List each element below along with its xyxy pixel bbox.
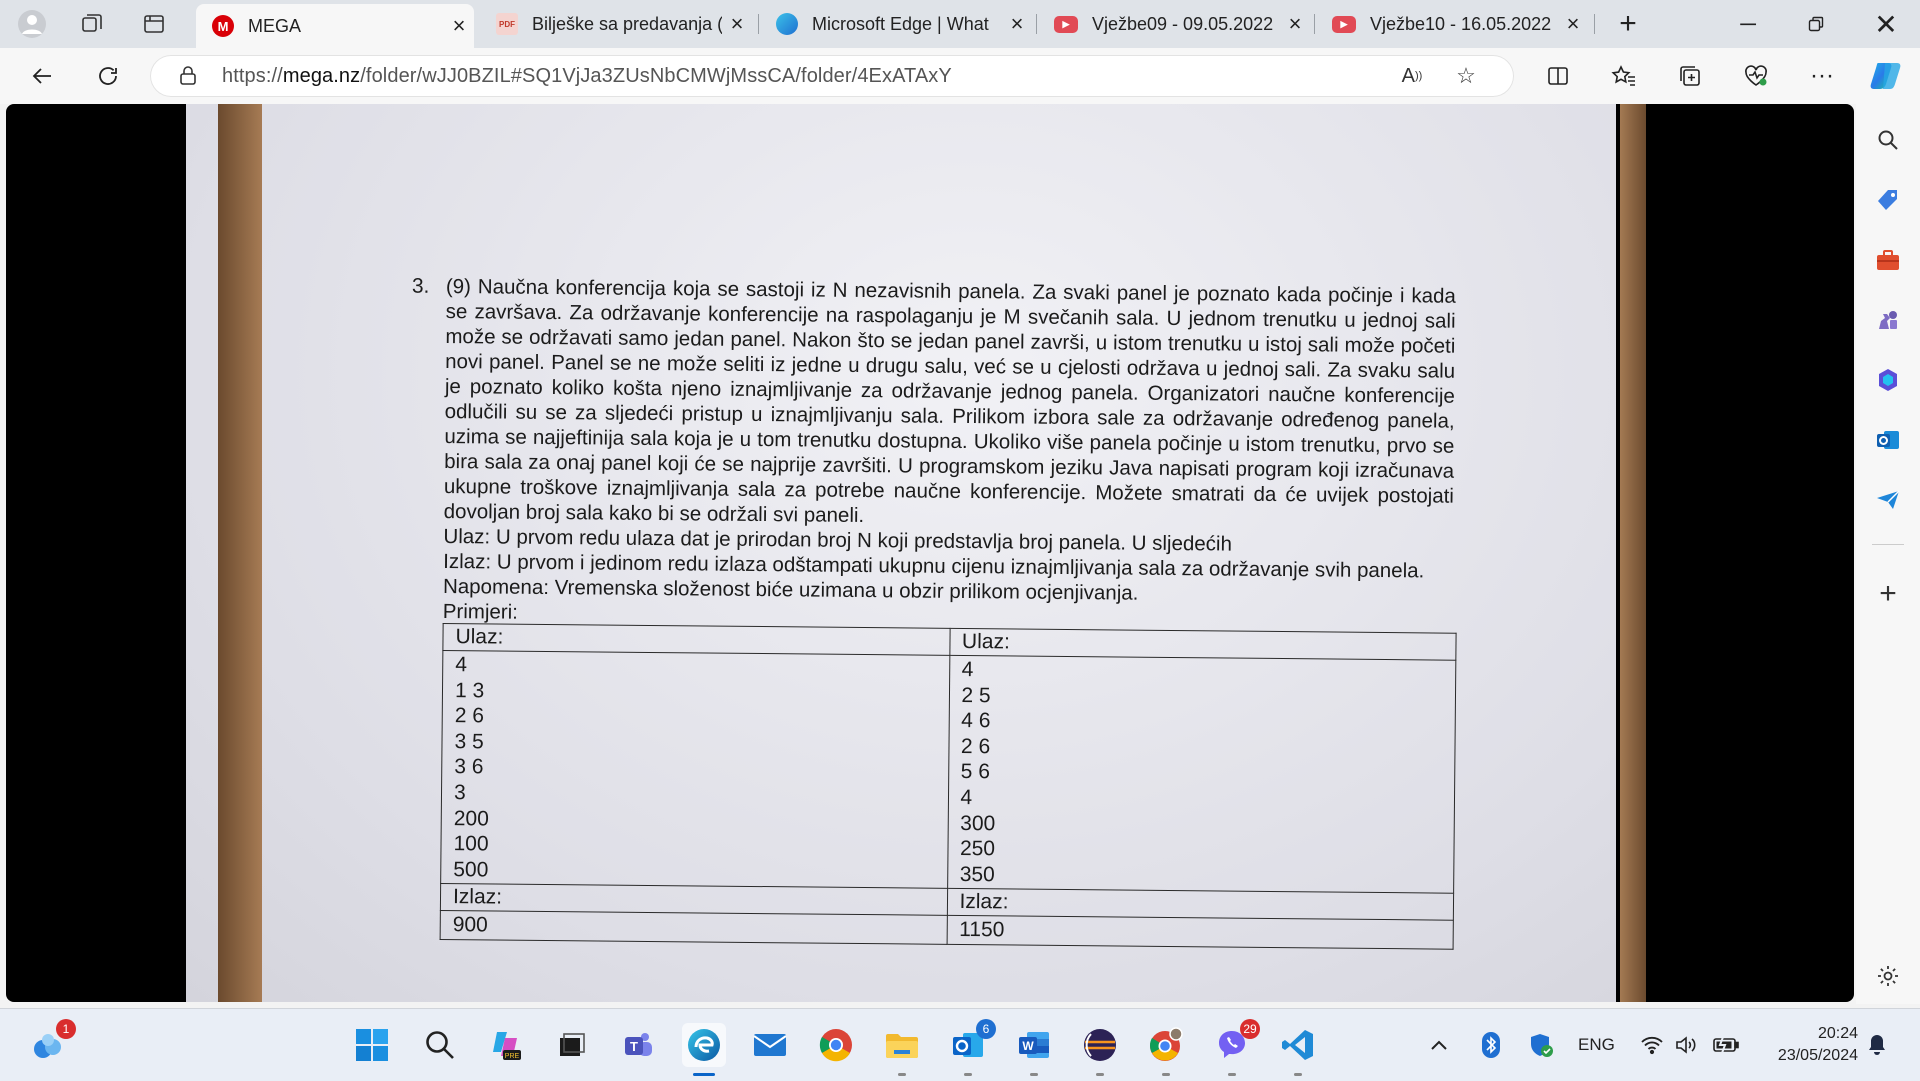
copilot-preview-icon[interactable]: PRE <box>484 1023 528 1067</box>
svg-text:PRE: PRE <box>505 1053 520 1060</box>
close-tab-icon[interactable]: × <box>722 11 752 37</box>
tools-icon[interactable] <box>1872 244 1904 276</box>
microsoft-365-icon[interactable] <box>1872 364 1904 396</box>
tab-strip: M MEGA × PDF Bilješke sa predavanja ( × … <box>0 0 1920 48</box>
defender-shield-icon[interactable] <box>1528 1031 1554 1059</box>
copilot-icon[interactable] <box>1866 56 1906 96</box>
tab-edge-whats-new[interactable]: Microsoft Edge | What × <box>760 4 1032 44</box>
close-tab-icon[interactable]: × <box>1558 11 1588 37</box>
problem-statement: 3. (9) Naučna konferencija koja se sasto… <box>412 274 1457 950</box>
outlook-taskbar-icon[interactable]: 6 <box>946 1019 996 1076</box>
example-1-output: 900 <box>440 910 947 945</box>
windows-taskbar: 1 PRE T 6 W 29 ENG 20:24 23/05/2024 <box>0 1008 1920 1081</box>
minimize-button[interactable]: ─ <box>1720 0 1776 48</box>
mega-icon: M <box>212 15 234 37</box>
chrome-icon[interactable] <box>814 1023 858 1067</box>
eclipse-icon[interactable] <box>1078 1023 1122 1076</box>
tab-vjezbe10[interactable]: ▶ Vježbe10 - 16.05.2022 × <box>1316 4 1588 44</box>
vscode-icon[interactable] <box>1276 1023 1320 1076</box>
read-aloud-icon[interactable]: A)) <box>1396 61 1428 91</box>
svg-text:W: W <box>1022 1039 1034 1053</box>
address-bar[interactable]: https://mega.nz/folder/wJJ0BZIL#SQ1VjJa3… <box>150 55 1514 97</box>
example-2-input: 4 2 5 4 6 2 6 5 6 4 300 250 350 <box>947 655 1456 894</box>
system-clock[interactable]: 20:24 23/05/2024 <box>1778 1023 1858 1067</box>
browser-toolbar: https://mega.nz/folder/wJJ0BZIL#SQ1VjJa3… <box>0 48 1920 104</box>
add-sidebar-app-icon[interactable]: + <box>1872 577 1904 610</box>
url-text[interactable]: https://mega.nz/folder/wJJ0BZIL#SQ1VjJa3… <box>222 65 952 88</box>
shopping-tag-icon[interactable] <box>1872 184 1904 216</box>
tab-vjezbe09[interactable]: ▶ Vježbe09 - 09.05.2022 × <box>1038 4 1310 44</box>
file-explorer-icon[interactable] <box>880 1023 924 1076</box>
games-icon[interactable] <box>1872 304 1904 336</box>
wifi-icon[interactable] <box>1640 1031 1664 1059</box>
task-view-icon[interactable] <box>550 1023 594 1067</box>
tab-biljeske[interactable]: PDF Bilješke sa predavanja ( × <box>480 4 752 44</box>
browser-essentials-icon[interactable] <box>1736 56 1776 96</box>
notification-badge: 1 <box>56 1019 76 1039</box>
collections-icon[interactable] <box>1670 56 1710 96</box>
search-icon[interactable] <box>1872 124 1904 156</box>
favorites-icon[interactable] <box>1604 56 1644 96</box>
chrome-profile-icon[interactable] <box>1144 1023 1188 1076</box>
new-tab-button[interactable]: + <box>1600 0 1656 48</box>
clock-date: 23/05/2024 <box>1777 1047 1858 1064</box>
youtube-icon: ▶ <box>1054 15 1078 33</box>
problem-number: 3. <box>411 274 430 298</box>
tab-actions-icon[interactable] <box>134 6 174 42</box>
restore-button[interactable] <box>1788 0 1844 48</box>
example-1-input: 4 1 3 2 6 3 5 3 6 3 200 100 500 <box>440 650 950 889</box>
edge-taskbar-icon[interactable] <box>682 1023 726 1076</box>
search-icon[interactable] <box>418 1023 462 1067</box>
notifications-bell-icon[interactable] <box>1866 1031 1888 1059</box>
teams-icon[interactable]: T <box>616 1023 660 1067</box>
viber-icon[interactable]: 29 <box>1210 1019 1260 1076</box>
sidebar-settings-icon[interactable] <box>1872 960 1904 992</box>
notification-badge: 29 <box>1240 1019 1260 1039</box>
tab-mega[interactable]: M MEGA × <box>196 4 474 48</box>
desk-edge <box>218 104 262 1002</box>
desk-edge <box>1620 104 1646 1002</box>
split-screen-icon[interactable] <box>1538 56 1578 96</box>
close-tab-icon[interactable]: × <box>1280 11 1310 37</box>
close-tab-icon[interactable]: × <box>1002 11 1032 37</box>
profile-icon[interactable] <box>12 6 52 42</box>
back-button[interactable] <box>22 56 62 96</box>
language-indicator[interactable]: ENG <box>1578 1031 1615 1059</box>
volume-icon[interactable] <box>1674 1031 1698 1059</box>
word-icon[interactable]: W <box>1012 1023 1056 1076</box>
edge-sidebar: + <box>1856 104 1920 1004</box>
telegram-send-icon[interactable] <box>1872 484 1904 516</box>
svg-text:T: T <box>630 1039 638 1054</box>
favorite-star-icon[interactable]: ☆ <box>1450 61 1482 91</box>
refresh-button[interactable] <box>88 56 128 96</box>
show-hidden-icons-chevron[interactable] <box>1430 1031 1448 1059</box>
close-tab-icon[interactable]: × <box>444 13 474 39</box>
edge-icon <box>776 13 798 35</box>
file-preview-viewer: 3. (9) Naučna konferencija koja se sasto… <box>6 104 1854 1002</box>
start-button[interactable] <box>350 1023 394 1067</box>
youtube-icon: ▶ <box>1332 15 1356 33</box>
examples-table: Ulaz: Ulaz: 4 1 3 2 6 3 5 3 6 3 200 100 … <box>440 623 1457 950</box>
workspaces-icon[interactable] <box>72 6 112 42</box>
battery-icon[interactable] <box>1712 1031 1740 1059</box>
notification-badge: 6 <box>976 1019 996 1039</box>
problem-text: (9) Naučna konferencija koja se sastoji … <box>443 274 1456 528</box>
close-window-button[interactable]: ✕ <box>1858 0 1914 48</box>
pdf-icon: PDF <box>496 13 518 35</box>
example-2-output: 1150 <box>946 915 1454 950</box>
lock-icon[interactable] <box>172 61 204 91</box>
clock-time: 20:24 <box>1817 1025 1858 1042</box>
mail-icon[interactable] <box>748 1023 792 1067</box>
outlook-icon[interactable] <box>1872 424 1904 456</box>
copilot-taskbar-icon[interactable]: 1 <box>26 1019 76 1067</box>
settings-more-icon[interactable]: ··· <box>1802 56 1842 96</box>
bluetooth-icon[interactable] <box>1482 1031 1500 1059</box>
